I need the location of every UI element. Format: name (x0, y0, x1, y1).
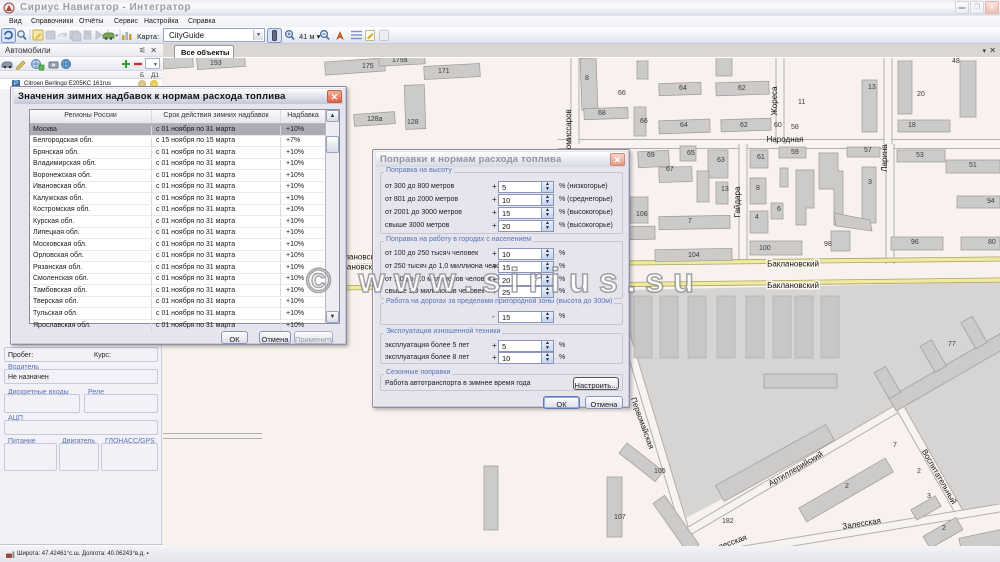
svg-text:63: 63 (717, 157, 725, 164)
svg-text:98: 98 (824, 241, 832, 248)
svg-text:53: 53 (916, 152, 924, 159)
svg-text:8: 8 (756, 185, 760, 192)
svg-text:60: 60 (774, 122, 782, 129)
svg-text:комиссаров: комиссаров (564, 109, 573, 153)
svg-text:3: 3 (868, 179, 872, 186)
svg-text:77: 77 (948, 341, 956, 348)
svg-text:96: 96 (911, 239, 919, 246)
svg-text:58: 58 (791, 124, 799, 131)
svg-text:67: 67 (666, 166, 674, 173)
svg-text:69: 69 (647, 152, 655, 159)
svg-text:105: 105 (654, 468, 666, 475)
svg-text:62: 62 (740, 122, 748, 129)
svg-text:66: 66 (640, 118, 648, 125)
svg-text:94: 94 (987, 198, 995, 205)
svg-text:193: 193 (210, 60, 222, 67)
svg-text:100: 100 (759, 245, 771, 252)
svg-text:Народная: Народная (767, 135, 804, 144)
svg-text:Баклановский: Баклановский (767, 281, 819, 290)
svg-text:65: 65 (687, 150, 695, 157)
svg-text:171: 171 (438, 68, 450, 75)
svg-text:61: 61 (757, 154, 765, 161)
svg-text:51: 51 (969, 162, 977, 169)
svg-text:13: 13 (721, 186, 729, 193)
svg-text:8: 8 (585, 75, 589, 82)
svg-text:3: 3 (927, 493, 931, 500)
svg-text:11: 11 (798, 99, 805, 106)
svg-text:128а: 128а (367, 116, 383, 123)
svg-text:13: 13 (868, 84, 876, 91)
svg-text:80: 80 (988, 239, 996, 246)
svg-text:Гайдара: Гайдара (733, 186, 742, 217)
svg-text:104: 104 (688, 252, 700, 259)
svg-text:48: 48 (952, 58, 960, 65)
svg-text:2: 2 (942, 525, 946, 532)
svg-text:68: 68 (598, 110, 606, 117)
svg-text:7: 7 (688, 218, 692, 225)
svg-text:106: 106 (636, 211, 648, 218)
svg-text:64: 64 (680, 122, 688, 129)
svg-text:128: 128 (407, 119, 419, 126)
svg-text:2: 2 (917, 468, 921, 475)
svg-text:20: 20 (917, 91, 925, 98)
svg-text:64: 64 (679, 85, 687, 92)
svg-text:59: 59 (791, 149, 799, 156)
svg-text:7: 7 (893, 442, 897, 449)
svg-text:62: 62 (738, 85, 746, 92)
svg-text:66: 66 (618, 90, 626, 97)
svg-text:Баклановский: Баклановский (767, 260, 819, 269)
svg-text:57: 57 (864, 147, 872, 154)
svg-text:4: 4 (755, 214, 759, 221)
svg-text:2: 2 (845, 483, 849, 490)
svg-text:175: 175 (362, 63, 374, 70)
svg-text:179а: 179а (392, 58, 408, 64)
svg-text:Ларина: Ларина (880, 144, 889, 172)
svg-text:182: 182 (722, 518, 734, 525)
svg-text:107: 107 (614, 514, 626, 521)
svg-text:6: 6 (777, 206, 781, 213)
svg-text:Жореса: Жореса (770, 86, 779, 116)
svg-text:18: 18 (908, 122, 916, 129)
